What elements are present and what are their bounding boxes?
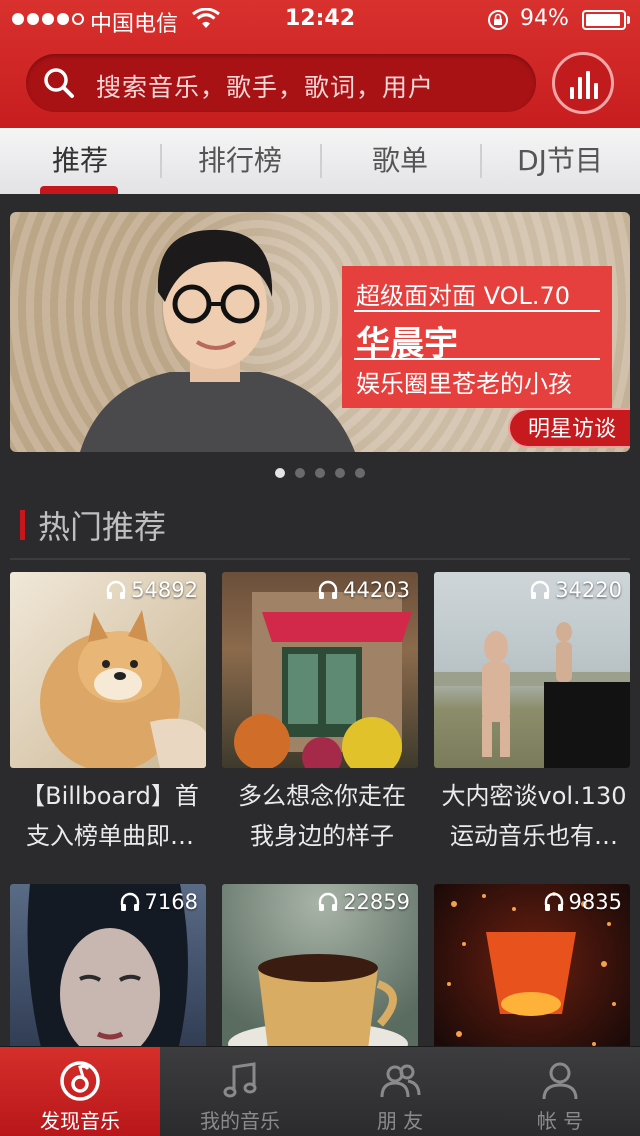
nav-my-music[interactable]: 我的音乐: [160, 1047, 320, 1136]
page-dot[interactable]: [355, 468, 365, 478]
nav-label: 帐 号: [536, 1109, 584, 1133]
banner-category-tag: 明星访谈: [507, 408, 630, 448]
play-count: 22859: [317, 890, 410, 914]
playlist-cover: 44203: [222, 572, 418, 768]
friends-icon: [380, 1064, 421, 1098]
play-count-value: 34220: [555, 578, 622, 602]
search-icon: [44, 68, 74, 98]
bottom-navigation: 发现音乐 我的音乐 朋 友 帐 号: [0, 1046, 640, 1136]
page-dot[interactable]: [275, 468, 285, 478]
playlist-title-line: 我身边的样子: [250, 822, 394, 850]
status-bar: 中国电信 12:42 94%: [0, 0, 640, 40]
tab-charts[interactable]: 排行榜: [160, 128, 320, 194]
nav-label: 发现音乐: [40, 1109, 120, 1133]
tab-label: 排行榜: [197, 144, 282, 177]
playlist-card[interactable]: 44203 多么想念你走在 我身边的样子: [222, 572, 418, 856]
playlist-cover: 34220: [434, 572, 630, 768]
section-header: 热门推荐: [10, 498, 630, 560]
nav-label: 我的音乐: [200, 1109, 280, 1133]
search-placeholder: 搜索音乐，歌手，歌词，用户: [96, 73, 435, 102]
rotation-lock-icon: [488, 10, 508, 30]
play-count-value: 22859: [343, 890, 410, 914]
nav-label: 朋 友: [376, 1109, 424, 1133]
headphones-icon: [106, 580, 126, 599]
play-count-value: 9835: [568, 890, 622, 914]
playlist-title-line: 运动音乐也有…: [450, 822, 618, 850]
play-count: 34220: [529, 578, 622, 602]
playlist-title: 【Billboard】首 支入榜单曲即…: [10, 776, 210, 856]
playlist-cover: 54892: [10, 572, 206, 768]
play-count-value: 44203: [343, 578, 410, 602]
playlist-title-line: 多么想念你走在: [238, 782, 406, 810]
search-input[interactable]: 搜索音乐，歌手，歌词，用户: [26, 54, 536, 112]
headphones-icon: [318, 580, 338, 599]
tab-label: DJ节目: [517, 144, 603, 177]
tab-label: 推荐: [51, 144, 108, 177]
banner-page-indicator: [0, 468, 640, 478]
banner-photo: [80, 229, 355, 452]
play-count-value: 7168: [144, 890, 198, 914]
playlist-card[interactable]: 54892 【Billboard】首 支入榜单曲即…: [10, 572, 206, 856]
nav-account[interactable]: 帐 号: [480, 1047, 640, 1136]
playlist-title-line: 大内密谈vol.130: [441, 782, 627, 810]
battery-percentage: 94%: [520, 6, 569, 31]
tab-bar: 推荐 排行榜 歌单 DJ节目: [0, 128, 640, 194]
playlist-title: 多么想念你走在 我身边的样子: [222, 776, 422, 856]
tab-playlists[interactable]: 歌单: [320, 128, 480, 194]
divider: [354, 358, 600, 360]
playlist-card[interactable]: 34220 大内密谈vol.130 运动音乐也有…: [434, 572, 630, 856]
battery-icon: [582, 10, 630, 30]
app-screen: 中国电信 12:42 94% 搜索音乐，歌手，歌词，用户 推荐 排行榜 歌单 D…: [0, 0, 640, 1136]
page-dot[interactable]: [315, 468, 325, 478]
user-icon: [542, 1062, 578, 1100]
equalizer-icon: [570, 71, 598, 99]
play-count: 54892: [105, 578, 198, 602]
netease-music-icon: [60, 1061, 100, 1101]
divider: [354, 310, 600, 312]
playlist-title-line: 支入榜单曲即…: [26, 822, 194, 850]
nav-discover-music[interactable]: 发现音乐: [0, 1047, 160, 1136]
headphones-icon: [120, 892, 139, 911]
active-tab-indicator: [40, 186, 118, 194]
playlist-title: 大内密谈vol.130 运动音乐也有…: [434, 776, 634, 856]
banner-caption: 超级面对面 VOL.70 华晨宇 娱乐圈里苍老的小孩: [342, 266, 612, 408]
music-note-icon: [223, 1062, 257, 1098]
play-count-value: 54892: [131, 578, 198, 602]
playlist-title-line: 【Billboard】首: [21, 782, 199, 810]
tab-label: 歌单: [371, 144, 428, 177]
play-count: 44203: [317, 578, 410, 602]
now-playing-button[interactable]: [552, 52, 614, 114]
headphones-icon: [544, 892, 563, 911]
banner-kicker: 超级面对面 VOL.70: [356, 282, 571, 310]
section-title: 热门推荐: [38, 508, 167, 546]
featured-banner[interactable]: 超级面对面 VOL.70 华晨宇 娱乐圈里苍老的小孩 明星访谈: [10, 212, 630, 452]
play-count: 9835: [543, 890, 622, 914]
page-dot[interactable]: [295, 468, 305, 478]
header: 中国电信 12:42 94% 搜索音乐，歌手，歌词，用户: [0, 0, 640, 128]
banner-description: 娱乐圈里苍老的小孩: [356, 370, 572, 398]
section-marker: [20, 510, 25, 540]
headphones-icon: [530, 580, 550, 599]
headphones-icon: [318, 892, 338, 911]
tab-dj-programs[interactable]: DJ节目: [480, 128, 640, 194]
tab-recommend[interactable]: 推荐: [0, 128, 160, 194]
page-dot[interactable]: [335, 468, 345, 478]
play-count: 7168: [119, 890, 198, 914]
nav-friends[interactable]: 朋 友: [320, 1047, 480, 1136]
